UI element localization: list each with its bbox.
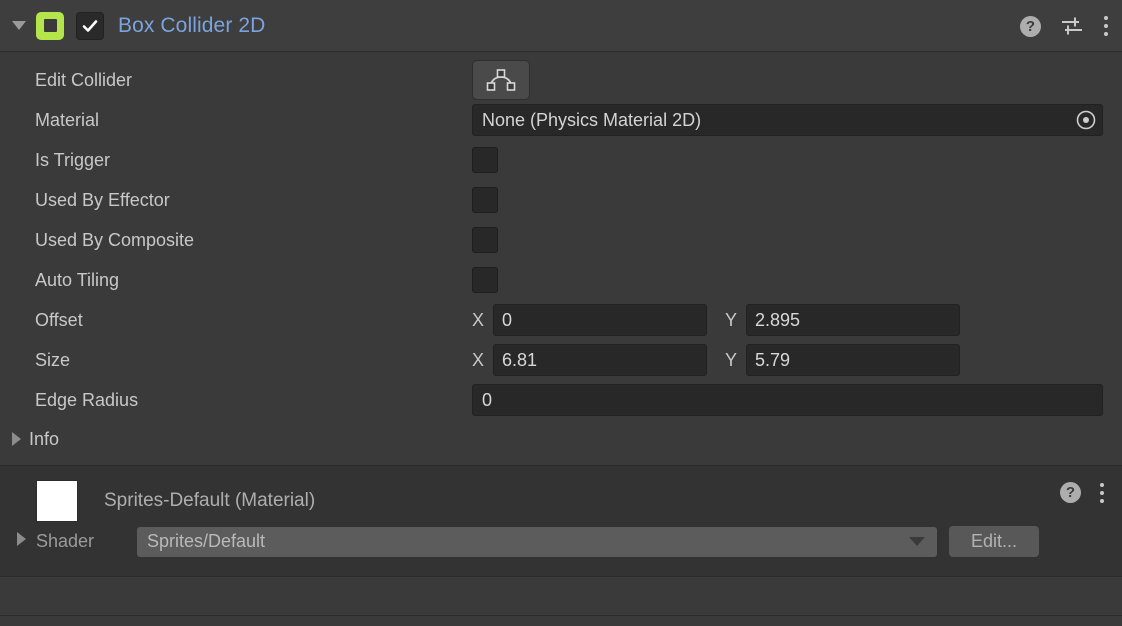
offset-x-axis-label: X [472,309,485,330]
offset-y-value: 2.895 [755,309,801,330]
row-edit-collider: Edit Collider [0,60,1122,100]
material-header-icons: ? [1060,482,1104,503]
offset-x-value: 0 [502,309,513,330]
used-by-effector-checkbox[interactable] [472,187,498,213]
component-header[interactable]: Box Collider 2D ? [0,0,1122,52]
offset-x-input[interactable]: 0 [493,304,707,336]
edit-collider-polygon-icon [486,69,516,91]
size-y-value: 5.79 [755,349,791,370]
is-trigger-label: Is Trigger [35,149,111,170]
size-x-value: 6.81 [502,349,538,370]
component-header-icons: ? [1020,0,1108,52]
edge-radius-value: 0 [482,389,493,410]
offset-y-input[interactable]: 2.895 [746,304,960,336]
more-menu-icon[interactable] [1103,16,1108,36]
shader-row: Shader Sprites/Default Edit... [36,526,1104,557]
material-name: Sprites-Default (Material) [104,490,316,511]
offset-label: Offset [35,309,83,330]
row-auto-tiling: Auto Tiling [0,260,1122,300]
edit-shader-button[interactable]: Edit... [949,526,1039,557]
row-size: Size X 6.81 Y 5.79 [0,340,1122,380]
used-by-composite-label: Used By Composite [35,229,195,250]
box-collider-2d-inspector: Box Collider 2D ? Edit Collider Material… [0,0,1122,626]
preset-icon[interactable] [1059,15,1085,37]
bottom-strip [0,577,1122,616]
used-by-effector-label: Used By Effector [35,189,170,210]
edit-collider-label: Edit Collider [35,69,133,90]
used-by-composite-checkbox[interactable] [472,227,498,253]
chevron-right-icon [16,532,26,546]
row-used-by-composite: Used By Composite [0,220,1122,260]
box-collider-2d-icon-inner [43,19,57,32]
component-foldout-toggle[interactable] [8,15,30,37]
row-is-trigger: Is Trigger [0,140,1122,180]
edit-collider-button[interactable] [472,60,530,100]
object-picker-icon[interactable] [1074,108,1098,132]
auto-tiling-label: Auto Tiling [35,269,120,290]
is-trigger-checkbox[interactable] [472,147,498,173]
size-x-axis-label: X [472,349,485,370]
material-object-field[interactable]: None (Physics Material 2D) [472,104,1103,136]
shader-label: Shader [36,531,95,551]
size-y-input[interactable]: 5.79 [746,344,960,376]
size-y-axis-label: Y [725,349,738,370]
row-offset: Offset X 0 Y 2.895 [0,300,1122,340]
row-used-by-effector: Used By Effector [0,180,1122,220]
checkmark-icon [82,19,98,32]
material-header: Sprites-Default (Material) [0,466,1122,522]
edge-radius-input[interactable]: 0 [472,384,1103,416]
chevron-down-icon [909,537,925,546]
row-material: Material None (Physics Material 2D) [0,100,1122,140]
shader-value: Sprites/Default [147,531,266,551]
row-edge-radius: Edge Radius 0 [0,380,1122,420]
material-preview-section: Sprites-Default (Material) ? Shader Spri… [0,466,1122,577]
box-collider-2d-icon [36,11,64,40]
preset-sliders-icon [1062,17,1082,35]
help-icon[interactable]: ? [1020,15,1041,37]
more-menu-icon[interactable] [1099,482,1104,503]
component-title: Box Collider 2D [118,13,266,37]
chevron-right-icon [12,432,21,446]
properties-body: Edit Collider Material None (Physics Mat… [0,52,1122,458]
material-foldout-toggle[interactable] [10,528,32,550]
component-enabled-checkbox[interactable] [76,11,104,40]
object-picker-circle-icon [1076,110,1096,130]
material-value: None (Physics Material 2D) [482,109,702,130]
auto-tiling-checkbox[interactable] [472,267,498,293]
material-thumbnail [36,480,78,522]
info-foldout[interactable]: Info [0,420,1122,458]
size-label: Size [35,349,71,370]
shader-dropdown[interactable]: Sprites/Default [137,526,937,557]
material-label: Material [35,109,100,130]
offset-y-axis-label: Y [725,309,738,330]
chevron-down-icon [12,21,26,30]
help-icon[interactable]: ? [1060,482,1081,503]
info-label: Info [29,428,60,449]
edge-radius-label: Edge Radius [35,389,139,410]
size-x-input[interactable]: 6.81 [493,344,707,376]
